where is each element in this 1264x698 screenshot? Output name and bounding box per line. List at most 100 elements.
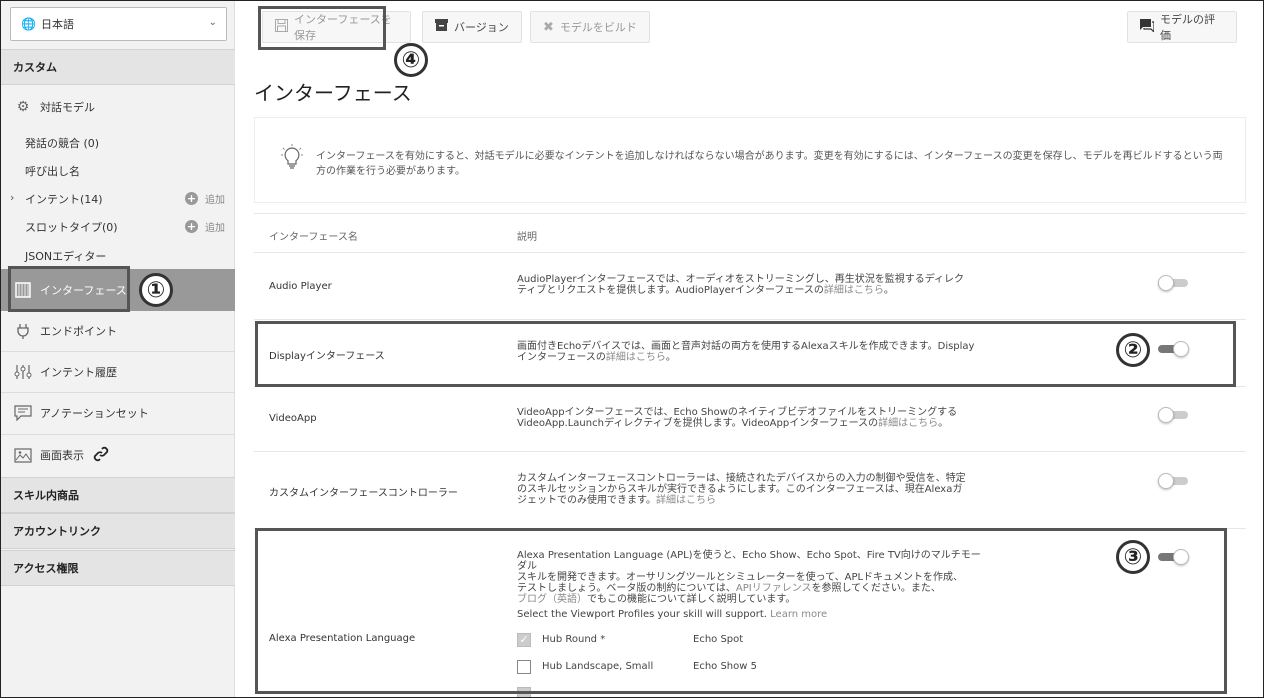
display-interface-toggle[interactable] <box>1158 341 1189 357</box>
learn-more-link[interactable]: 詳細はこちら <box>878 418 938 429</box>
desc-line: ジェットでのみ使用できます。詳細はこちら <box>517 495 989 506</box>
table-header: インターフェース名 説明 <box>254 213 1246 253</box>
link-icon[interactable] <box>93 446 109 465</box>
chevron-down-icon: ⌄ <box>208 17 217 28</box>
learn-more-link[interactable]: 詳細はこちら <box>824 285 884 296</box>
desc-text: VideoApp.Launchディレクティブを提供します。VideoAppインタ… <box>517 418 879 429</box>
desc-text: 。 <box>938 418 949 429</box>
column-header-description: 説明 <box>517 232 537 243</box>
desc-line: ティブとリクエストを提供します。AudioPlayerインターフェースの詳細はこ… <box>517 285 989 296</box>
table-row: Alexa Presentation Language Alexa Presen… <box>254 529 1246 697</box>
api-reference-link[interactable]: APIリファレンス <box>736 583 812 594</box>
learn-more-link[interactable]: 詳細はこちら <box>606 352 666 363</box>
sidebar-item-label: インテント履歴 <box>40 366 117 379</box>
viewport-checkbox-hub-landscape-small[interactable] <box>517 660 531 674</box>
desc-text: でもこの機能について詳しく説明しています。 <box>587 594 796 605</box>
section-custom[interactable]: カスタム <box>1 49 235 85</box>
build-model-button[interactable]: ✖ モデルをビルド <box>530 11 650 43</box>
viewport-profile: Hub Round * <box>542 634 606 645</box>
viewport-prompt: Select the Viewport Profiles your skill … <box>517 609 827 620</box>
desc-text: テストしましょう。ベータ版の制約については、 <box>517 583 736 594</box>
gear-icon: ⚙ <box>16 99 30 115</box>
wrench-icon: ✖ <box>543 19 554 35</box>
save-interfaces-button[interactable]: インターフェースを保存 <box>262 11 411 43</box>
floppy-icon <box>275 18 288 36</box>
sidebar-item-annotation-sets[interactable]: アノテーションセット <box>1 403 235 423</box>
sidebar-item-label: エンドポイント <box>40 325 117 338</box>
info-text: インターフェースを有効にすると、対話モデルに必要なインテントを追加しなければなら… <box>316 151 1223 177</box>
add-label: 追加 <box>205 223 225 234</box>
step-marker-1: ① <box>139 273 173 307</box>
plus-icon: + <box>185 192 198 205</box>
desc-line: ブログ（英語）でもこの機能について詳しく説明しています。 <box>517 594 989 605</box>
sidebar-item-utterance-conflicts[interactable]: 発話の競合 (0) <box>25 135 99 151</box>
sidebar-item-intent-history[interactable]: インテント履歴 <box>1 362 235 382</box>
desc-line: 画面付きEchoデバイスでは、画面と音声対話の両方を使用するAlexaスキルを作… <box>517 341 975 352</box>
section-account-linking[interactable]: アカウントリンク <box>1 513 235 549</box>
interface-name: VideoApp <box>269 413 317 424</box>
viewport-checkbox-partial[interactable] <box>517 687 531 697</box>
interface-description: Alexa Presentation Language (APL)を使うと、Ec… <box>517 550 989 605</box>
apl-toggle[interactable] <box>1158 549 1189 565</box>
viewport-prompt-text: Select the Viewport Profiles your skill … <box>517 609 767 620</box>
sidebar-item-label: インテント(14) <box>25 193 103 206</box>
evaluate-label: モデルの評価 <box>1160 13 1215 42</box>
language-select[interactable]: 🌐 日本語 ⌄ <box>10 7 227 41</box>
sidebar: 🌐 日本語 ⌄ カスタム ⚙ 対話モデル 発話の競合 (0) 呼び出し名 › イ… <box>1 1 235 697</box>
desc-text: インターフェースの <box>517 352 606 363</box>
sidebar-item-endpoint[interactable]: エンドポイント <box>1 321 235 341</box>
sidebar-item-label: 対話モデル <box>40 101 95 114</box>
annotation-icon <box>13 404 33 422</box>
sliders-icon <box>13 363 33 381</box>
sidebar-item-invocation-name[interactable]: 呼び出し名 <box>25 163 80 179</box>
column-header-name: インターフェース名 <box>269 232 358 243</box>
desc-line: Alexa Presentation Language (APL)を使うと、Ec… <box>517 550 981 572</box>
plug-icon <box>13 322 33 340</box>
step-marker-3: ③ <box>1116 540 1150 574</box>
interface-name: Displayインターフェース <box>269 351 385 362</box>
build-label: モデルをビルド <box>559 21 637 34</box>
interfaces-icon <box>13 281 33 299</box>
chevron-right-icon[interactable]: › <box>10 191 14 204</box>
add-slot-type-button[interactable]: + 追加 <box>185 219 225 234</box>
table-row: Displayインターフェース 画面付きEchoデバイスでは、画面と音声対話の両… <box>254 320 1246 387</box>
section-isp[interactable]: スキル内商品 <box>1 477 235 513</box>
desc-line: テストしましょう。ベータ版の制約については、APIリファレンスを参照してください… <box>517 583 989 594</box>
section-permissions[interactable]: アクセス権限 <box>1 550 235 586</box>
desc-text: ティブとリクエストを提供します。AudioPlayerインターフェースの <box>517 285 824 296</box>
sidebar-item-json-editor[interactable]: JSONエディター <box>25 248 106 264</box>
audio-player-toggle[interactable] <box>1158 275 1188 291</box>
sidebar-item-interfaces[interactable]: インターフェース <box>1 269 235 311</box>
custom-interface-toggle[interactable] <box>1158 473 1188 489</box>
chat-icon <box>1140 18 1155 36</box>
viewport-device: Echo Spot <box>693 634 744 645</box>
videoapp-toggle[interactable] <box>1158 407 1188 423</box>
sidebar-item-label: アノテーションセット <box>40 407 149 420</box>
sidebar-item-slot-types[interactable]: スロットタイプ(0) <box>25 219 118 235</box>
version-label: バージョン <box>454 21 509 34</box>
image-icon <box>13 446 33 464</box>
desc-line: カスタムインターフェースコントローラーは、接続されたデバイスからの入力の制御や受… <box>517 473 966 484</box>
sidebar-item-interaction-model[interactable]: ⚙ 対話モデル <box>1 97 235 117</box>
desc-line: スキルを開発できます。オーサリングツールとシミュレーターを使って、APLドキュメ… <box>517 572 964 583</box>
viewport-checkbox-hub-round[interactable]: ✓ <box>517 633 531 647</box>
globe-icon: 🌐 <box>21 17 36 31</box>
step-marker-4: ④ <box>394 43 428 77</box>
blog-link[interactable]: ブログ（英語） <box>517 594 587 605</box>
learn-more-link[interactable]: 詳細はこちら <box>656 495 716 506</box>
interface-name: カスタムインターフェースコントローラー <box>269 488 458 499</box>
evaluate-model-button[interactable]: モデルの評価 <box>1127 11 1237 43</box>
desc-text: ジェットでのみ使用できます。 <box>517 495 656 506</box>
sidebar-item-intents[interactable]: › インテント(14) <box>10 191 103 207</box>
viewport-device: Echo Show 5 <box>693 661 757 672</box>
language-value: 日本語 <box>40 18 74 31</box>
table-row: VideoApp VideoAppインターフェースでは、Echo Showのネイ… <box>254 387 1246 452</box>
desc-line: のスキルセッションからスキルが実行できるようにします。このインターフェースは、現… <box>517 484 963 495</box>
add-label: 追加 <box>205 195 225 206</box>
desc-line: VideoApp.Launchディレクティブを提供します。VideoAppインタ… <box>517 418 989 429</box>
learn-more-link[interactable]: Learn more <box>770 609 827 620</box>
version-button[interactable]: バージョン <box>422 11 522 43</box>
desc-text: 。 <box>665 352 676 363</box>
sidebar-item-display[interactable]: 画面表示 <box>1 445 235 465</box>
add-intent-button[interactable]: + 追加 <box>185 191 225 206</box>
